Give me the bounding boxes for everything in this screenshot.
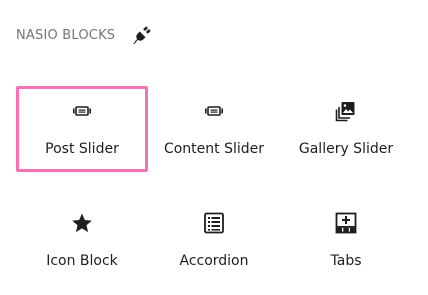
block-label: Tabs: [330, 253, 362, 269]
block-label: Accordion: [179, 253, 249, 269]
slider-icon: [205, 106, 223, 116]
list-icon: [204, 212, 224, 234]
blocks-panel: NASIO BLOCKS Post Slider Content Slider …: [0, 0, 428, 295]
block-tabs[interactable]: Tabs: [280, 198, 412, 284]
block-label: Content Slider: [163, 141, 265, 157]
star-icon: [72, 213, 92, 233]
slider-icon: [73, 106, 91, 116]
blocks-grid: Post Slider Content Slider Gallery Slide…: [16, 86, 412, 284]
block-label: Gallery Slider: [298, 141, 394, 157]
plug-icon: [131, 24, 153, 46]
gallery-icon: [335, 102, 355, 122]
block-category-header: NASIO BLOCKS: [16, 24, 153, 46]
block-post-slider[interactable]: Post Slider: [16, 86, 148, 172]
block-icon-block[interactable]: Icon Block: [16, 198, 148, 284]
block-gallery-slider[interactable]: Gallery Slider: [280, 86, 412, 172]
block-content-slider[interactable]: Content Slider: [148, 86, 280, 172]
block-accordion[interactable]: Accordion: [148, 198, 280, 284]
block-label: Icon Block: [46, 253, 118, 269]
tabs-icon: [335, 212, 357, 234]
category-title: NASIO BLOCKS: [16, 27, 116, 43]
block-label: Post Slider: [45, 141, 119, 157]
